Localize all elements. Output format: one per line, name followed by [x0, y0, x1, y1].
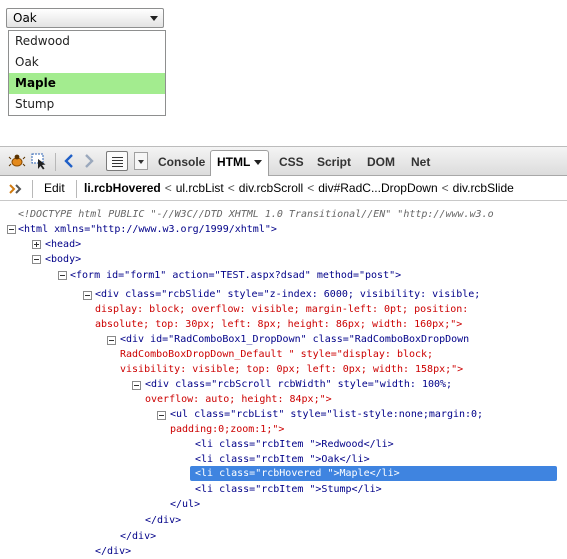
- tab-html-label: HTML: [217, 155, 251, 169]
- tree-node-body[interactable]: <body>: [45, 252, 81, 267]
- collapse-icon[interactable]: [58, 271, 67, 280]
- tree-node-rcbscroll-cont: overflow: auto; height: 84px;">: [145, 394, 332, 405]
- expand-icon[interactable]: [32, 240, 41, 249]
- firebug-toolbar: Console HTML CSS Script DOM Net: [0, 146, 567, 176]
- collapse-icon[interactable]: [157, 411, 166, 420]
- html-tree: <!DOCTYPE html PUBLIC "-//W3C//DTD XHTML…: [0, 203, 567, 559]
- panel-list-button[interactable]: [106, 151, 128, 171]
- tree-node-dropdown-cont: RadComboBoxDropDown_Default " style="dis…: [120, 349, 434, 360]
- combobox-dropdown: Redwood Oak Maple Stump: [8, 30, 166, 116]
- tree-node-head[interactable]: <head>: [45, 237, 81, 252]
- crumb-li-rcbhovered[interactable]: li.rcbHovered: [84, 181, 161, 195]
- edit-button[interactable]: Edit: [44, 181, 65, 195]
- crumb-div-rcbscroll[interactable]: div.rcbScroll: [239, 181, 303, 195]
- tree-node-form[interactable]: <form id="form1" action="TEST.aspx?dsad"…: [70, 268, 401, 283]
- back-arrow-icon[interactable]: [60, 152, 78, 170]
- tree-node-div-close: </div>: [120, 531, 157, 542]
- firebug-small-icon[interactable]: [7, 181, 23, 197]
- combobox-input[interactable]: Oak: [6, 8, 164, 28]
- tab-dom[interactable]: DOM: [361, 150, 401, 174]
- crumb-separator: <: [441, 181, 449, 195]
- tree-node-ul-cont: padding:0;zoom:1;">: [170, 424, 285, 435]
- tree-node-rcbscroll[interactable]: <div class="rcbScroll rcbWidth" style="w…: [145, 377, 452, 392]
- crumb-divider: [76, 180, 77, 198]
- tab-html[interactable]: HTML: [210, 150, 270, 176]
- combobox-value: Oak: [13, 11, 37, 25]
- tree-node-rcbslide-cont: display: block; overflow: visible; margi…: [95, 304, 469, 315]
- crumb-div-dropdown[interactable]: div#RadC...DropDown: [318, 181, 437, 195]
- tree-node-li-maple-selected[interactable]: <li class="rcbHovered ">Maple</li>: [190, 466, 557, 481]
- inspect-icon[interactable]: [30, 152, 48, 170]
- tree-node-li-stump[interactable]: <li class="rcbItem ">Stump</li>: [195, 482, 382, 497]
- tree-node-rcbslide-cont: absolute; top: 30px; left: 8px; height: …: [95, 319, 463, 330]
- options-menu-button[interactable]: [134, 152, 148, 170]
- firebug-bug-icon[interactable]: [8, 152, 26, 170]
- tree-node-rcbslide[interactable]: <div class="rcbSlide" style="z-index: 60…: [95, 287, 480, 302]
- collapse-icon[interactable]: [32, 255, 41, 264]
- breadcrumb: li.rcbHovered < ul.rcbList < div.rcbScroll < d…: [84, 181, 514, 195]
- tree-node-div-close: </div>: [145, 515, 182, 526]
- collapse-icon[interactable]: [7, 225, 16, 234]
- breadcrumb-bar: Edit li.rcbHovered < ul.rcbList < div.rcbScr…: [0, 177, 567, 201]
- tree-doctype: <!DOCTYPE html PUBLIC "-//W3C//DTD XHTML…: [18, 209, 494, 220]
- tree-node-html[interactable]: <html xmlns="http://www.w3.org/1999/xhtm…: [18, 222, 277, 237]
- chevron-down-icon[interactable]: [254, 160, 263, 166]
- collapse-icon[interactable]: [107, 336, 116, 345]
- crumb-div-rcbslide[interactable]: div.rcbSlide: [453, 181, 514, 195]
- tree-node-li-redwood[interactable]: <li class="rcbItem ">Redwood</li>: [195, 437, 394, 452]
- crumb-divider: [32, 180, 33, 198]
- chevron-down-icon[interactable]: [150, 16, 158, 21]
- tree-node-ul-close: </ul>: [170, 499, 201, 510]
- combobox-item-maple[interactable]: Maple: [9, 73, 165, 94]
- tree-node-li-oak[interactable]: <li class="rcbItem ">Oak</li>: [195, 452, 370, 467]
- collapse-icon[interactable]: [83, 291, 92, 300]
- collapse-icon[interactable]: [132, 381, 141, 390]
- tree-node-dropdown[interactable]: <div id="RadComboBox1_DropDown" class="R…: [120, 332, 469, 347]
- combobox-item-stump[interactable]: Stump: [9, 94, 165, 115]
- tree-node-div-close: </div>: [95, 546, 132, 557]
- tree-node-ul[interactable]: <ul class="rcbList" style="list-style:no…: [170, 407, 483, 422]
- tab-net[interactable]: Net: [405, 150, 436, 174]
- combobox-list: Redwood Oak Maple Stump: [9, 31, 165, 115]
- tab-console[interactable]: Console: [152, 150, 211, 174]
- crumb-separator: <: [307, 181, 315, 195]
- combobox-item-redwood[interactable]: Redwood: [9, 31, 165, 52]
- tab-script[interactable]: Script: [311, 150, 357, 174]
- tree-node-dropdown-cont: visibility: visible; top: 0px; left: 0px…: [120, 364, 464, 375]
- crumb-separator: <: [227, 181, 235, 195]
- crumb-ul-rcblist[interactable]: ul.rcbList: [176, 181, 224, 195]
- toolbar-divider: [55, 153, 56, 171]
- combobox-item-oak[interactable]: Oak: [9, 52, 165, 73]
- forward-arrow-icon[interactable]: [80, 152, 98, 170]
- crumb-separator: <: [164, 181, 172, 195]
- tab-css[interactable]: CSS: [273, 150, 310, 174]
